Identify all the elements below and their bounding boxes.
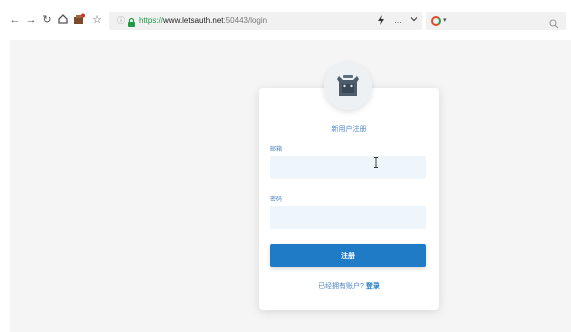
login-prompt: 已经拥有账户? 登录 [259, 283, 439, 291]
app-logo-icon [337, 75, 359, 96]
avatar [324, 62, 372, 110]
browser-toolbar: ← → ↻ ☆ ⓘ https://www.letsauth.net:50443… [0, 0, 571, 40]
url-text[interactable]: https://www.letsauth.net:50443/login [139, 15, 267, 27]
site-info-icon[interactable]: ⓘ [116, 16, 126, 26]
search-bar[interactable]: ▾ [426, 12, 566, 30]
home-icon[interactable] [56, 13, 70, 27]
url-host: www.letsauth.net [163, 16, 224, 25]
lightning-icon[interactable] [375, 15, 387, 27]
search-engine-icon[interactable] [431, 16, 441, 26]
more-menu-icon[interactable]: … [392, 15, 404, 27]
register-card [259, 88, 439, 310]
back-icon[interactable]: ← [8, 13, 22, 27]
login-link[interactable]: 登录 [366, 283, 380, 290]
chevron-down-icon[interactable] [408, 15, 420, 27]
extension-icon[interactable] [72, 13, 86, 27]
email-field[interactable] [270, 156, 426, 179]
forward-icon[interactable]: → [24, 13, 38, 27]
email-label: 邮箱 [270, 147, 283, 153]
url-protocol: https:// [139, 16, 164, 25]
address-bar[interactable]: ⓘ https://www.letsauth.net:50443/login … [109, 12, 422, 30]
login-prompt-text: 已经拥有账户? [318, 283, 364, 290]
text-cursor-icon [374, 157, 378, 168]
reload-icon[interactable]: ↻ [40, 13, 54, 27]
password-field[interactable] [270, 206, 426, 229]
url-path: :50443/login [223, 16, 268, 25]
password-label: 密码 [270, 197, 283, 203]
form-title: 新用户注册 [331, 126, 367, 133]
bookmark-star-icon[interactable]: ☆ [90, 13, 104, 27]
lock-icon[interactable] [127, 15, 136, 27]
search-icon[interactable] [549, 16, 559, 29]
search-engine-dropdown-icon[interactable]: ▾ [443, 15, 447, 27]
register-button[interactable]: 注册 [270, 244, 426, 267]
